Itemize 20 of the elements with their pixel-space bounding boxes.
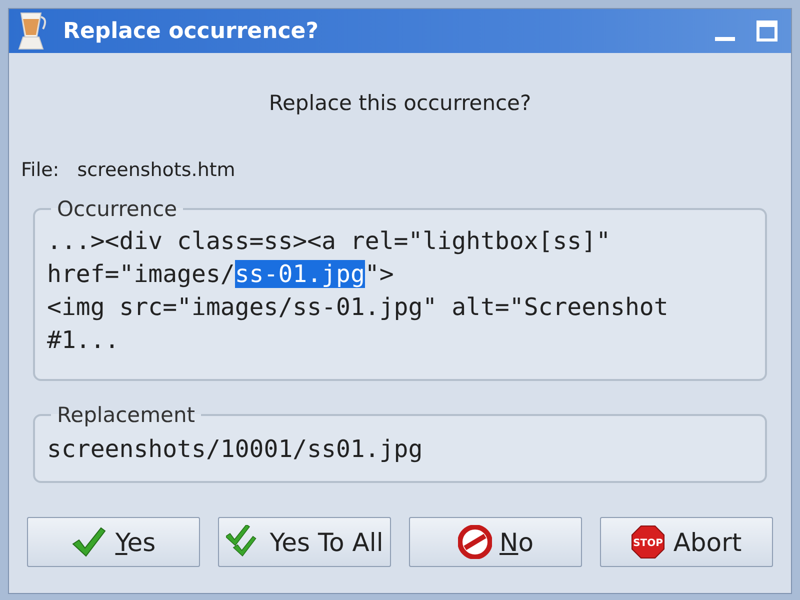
code-line: href="images/ss-01.jpg"> — [47, 259, 395, 290]
code-line: <img src="images/ss-01.jpg" alt="Screenshot — [47, 292, 670, 323]
check-icon — [71, 526, 108, 558]
window-title: Replace occurrence? — [63, 18, 320, 44]
group-title: Replacement — [56, 403, 196, 427]
yes-button[interactable]: Yes — [27, 517, 200, 567]
code-line: ...><div class=ss><a rel="lightbox[ss]" — [47, 226, 612, 257]
group-title: Occurrence — [56, 197, 178, 221]
file-label: File: — [21, 159, 60, 181]
no-button[interactable]: No — [409, 517, 582, 567]
maximize-icon — [756, 20, 778, 42]
prompt-text: Replace this occurrence? — [268, 91, 532, 115]
yes-to-all-button[interactable]: Yes To All — [218, 517, 391, 567]
minimize-icon — [715, 37, 735, 41]
abort-button[interactable]: STOP Abort — [600, 517, 773, 567]
replacement-text: screenshots/10001/ss01.jpg — [47, 434, 424, 465]
stop-sign-icon: STOP — [631, 525, 666, 559]
file-name: screenshots.htm — [77, 159, 236, 181]
prohibited-icon — [458, 525, 492, 559]
code-line: #1... — [47, 325, 120, 356]
